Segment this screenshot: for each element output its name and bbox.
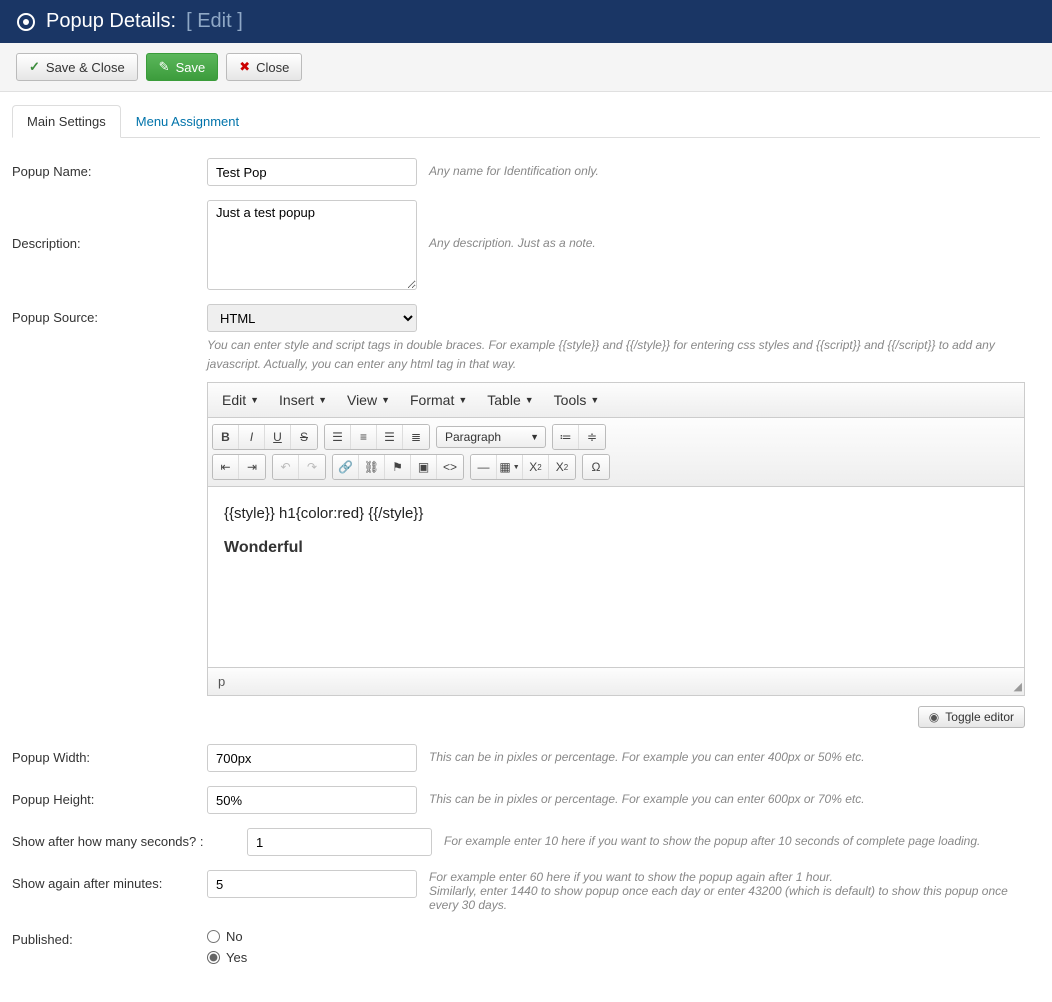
- page-title: Popup Details:: [46, 10, 176, 33]
- popup-width-label: Popup Width:: [12, 744, 207, 765]
- align-left-button[interactable]: ☰: [325, 425, 351, 449]
- close-button[interactable]: ✖ Close: [226, 53, 302, 81]
- toggle-editor-button[interactable]: ◉ Toggle editor: [918, 706, 1025, 728]
- chevron-down-icon: ▼: [318, 395, 327, 405]
- popup-width-help: This can be in pixles or percentage. For…: [429, 744, 1040, 764]
- close-icon: ✖: [239, 59, 250, 75]
- anchor-button[interactable]: ⚑: [385, 455, 411, 479]
- bullet-list-button[interactable]: ≔: [553, 425, 579, 449]
- tab-menu-assignment[interactable]: Menu Assignment: [121, 105, 254, 138]
- published-no-label: No: [226, 929, 243, 944]
- align-center-button[interactable]: ≡: [351, 425, 377, 449]
- description-label: Description:: [12, 200, 207, 251]
- show-again-help1: For example enter 60 here if you want to…: [429, 870, 1040, 884]
- page-title-edit: [ Edit ]: [186, 10, 243, 33]
- number-list-button[interactable]: ≑: [579, 425, 605, 449]
- strikethrough-button[interactable]: S: [291, 425, 317, 449]
- chevron-down-icon: ▼: [250, 395, 259, 405]
- pencil-icon: ✎: [159, 59, 170, 75]
- page-header: Popup Details: [ Edit ]: [0, 0, 1052, 43]
- action-toolbar: ✓ Save & Close ✎ Save ✖ Close: [0, 43, 1052, 92]
- link-button[interactable]: 🔗: [333, 455, 359, 479]
- image-button[interactable]: ▣: [411, 455, 437, 479]
- popup-source-label: Popup Source:: [12, 304, 207, 325]
- editor-toolbar: B I U S ☰ ≡ ☰ ≣ Paragraph: [208, 418, 1024, 487]
- html-editor: Edit▼ Insert▼ View▼ Format▼ Table▼ Tools…: [207, 382, 1025, 696]
- description-textarea[interactable]: Just a test popup: [207, 200, 417, 290]
- save-close-button[interactable]: ✓ Save & Close: [16, 53, 138, 81]
- tab-main-settings[interactable]: Main Settings: [12, 105, 121, 138]
- save-button[interactable]: ✎ Save: [146, 53, 219, 81]
- save-close-label: Save & Close: [46, 60, 125, 75]
- eye-icon: ◉: [929, 710, 939, 724]
- target-icon: [16, 12, 36, 32]
- published-no-radio[interactable]: [207, 930, 220, 943]
- editor-statusbar: p ◢: [208, 667, 1024, 695]
- published-yes-label: Yes: [226, 950, 247, 965]
- redo-button[interactable]: ↷: [299, 455, 325, 479]
- popup-height-help: This can be in pixles or percentage. For…: [429, 786, 1040, 806]
- popup-source-select[interactable]: HTML: [207, 304, 417, 332]
- editor-path[interactable]: p: [218, 674, 225, 689]
- menu-format[interactable]: Format▼: [402, 387, 475, 413]
- close-label: Close: [256, 60, 289, 75]
- popup-name-input[interactable]: [207, 158, 417, 186]
- show-after-input[interactable]: [247, 828, 432, 856]
- special-char-button[interactable]: Ω: [583, 455, 609, 479]
- code-button[interactable]: <>: [437, 455, 463, 479]
- show-after-help: For example enter 10 here if you want to…: [444, 828, 1040, 848]
- popup-height-input[interactable]: [207, 786, 417, 814]
- tabs: Main Settings Menu Assignment: [12, 104, 1040, 138]
- save-label: Save: [176, 60, 206, 75]
- resize-handle-icon[interactable]: ◢: [1014, 680, 1022, 693]
- editor-menubar: Edit▼ Insert▼ View▼ Format▼ Table▼ Tools…: [208, 383, 1024, 418]
- editor-line-2: Wonderful: [224, 536, 1008, 560]
- check-icon: ✓: [29, 59, 40, 75]
- chevron-down-icon: ▼: [458, 395, 467, 405]
- popup-source-help: You can enter style and script tags in d…: [207, 336, 1040, 374]
- menu-view[interactable]: View▼: [339, 387, 398, 413]
- popup-height-label: Popup Height:: [12, 786, 207, 807]
- bold-button[interactable]: B: [213, 425, 239, 449]
- chevron-down-icon: ▼: [525, 395, 534, 405]
- published-label: Published:: [12, 926, 207, 947]
- align-justify-button[interactable]: ≣: [403, 425, 429, 449]
- show-after-label: Show after how many seconds? :: [12, 828, 212, 849]
- align-right-button[interactable]: ☰: [377, 425, 403, 449]
- superscript-button[interactable]: X2: [549, 455, 575, 479]
- published-yes-radio[interactable]: [207, 951, 220, 964]
- menu-tools[interactable]: Tools▼: [546, 387, 608, 413]
- chevron-down-icon: ▼: [381, 395, 390, 405]
- popup-name-label: Popup Name:: [12, 158, 207, 179]
- undo-button[interactable]: ↶: [273, 455, 299, 479]
- popup-width-input[interactable]: [207, 744, 417, 772]
- form-content: Popup Name: Any name for Identification …: [0, 138, 1052, 1002]
- unlink-button[interactable]: ⛓: [359, 455, 385, 479]
- show-again-input[interactable]: [207, 870, 417, 898]
- editor-content[interactable]: {{style}} h1{color:red} {{/style}} Wonde…: [208, 487, 1024, 667]
- underline-button[interactable]: U: [265, 425, 291, 449]
- show-again-label: Show again after minutes:: [12, 870, 207, 891]
- menu-edit[interactable]: Edit▼: [214, 387, 267, 413]
- indent-button[interactable]: ⇥: [239, 455, 265, 479]
- menu-insert[interactable]: Insert▼: [271, 387, 335, 413]
- italic-button[interactable]: I: [239, 425, 265, 449]
- subscript-button[interactable]: X2: [523, 455, 549, 479]
- editor-line-1: {{style}} h1{color:red} {{/style}}: [224, 503, 1008, 526]
- table-button[interactable]: ▦▼: [497, 455, 523, 479]
- description-help: Any description. Just as a note.: [429, 200, 1040, 250]
- chevron-down-icon: ▼: [530, 432, 539, 442]
- chevron-down-icon: ▼: [590, 395, 599, 405]
- show-again-help2: Similarly, enter 1440 to show popup once…: [429, 884, 1040, 912]
- hr-button[interactable]: —: [471, 455, 497, 479]
- paragraph-select[interactable]: Paragraph ▼: [436, 426, 546, 448]
- popup-name-help: Any name for Identification only.: [429, 158, 1040, 178]
- toggle-editor-label: Toggle editor: [945, 710, 1014, 724]
- menu-table[interactable]: Table▼: [479, 387, 541, 413]
- outdent-button[interactable]: ⇤: [213, 455, 239, 479]
